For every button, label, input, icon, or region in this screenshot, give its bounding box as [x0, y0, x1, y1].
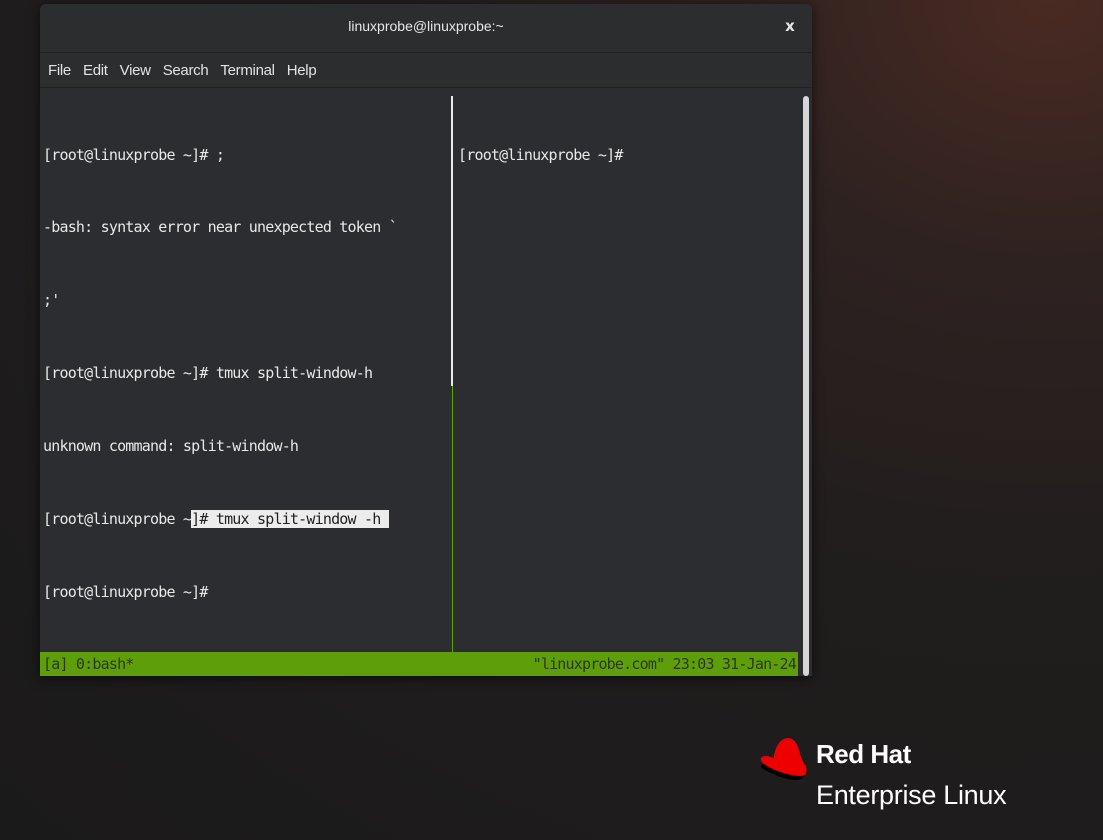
terminal-line: [root@linuxprobe ~]#: [43, 582, 208, 601]
terminal-line: [root@linuxprobe ~]#: [458, 145, 623, 164]
brand-name: Red Hat: [816, 739, 911, 769]
menu-view[interactable]: View: [114, 62, 157, 79]
terminal-window: linuxprobe@linuxprobe:~ x File Edit View…: [40, 4, 812, 676]
terminal-line: ;': [43, 291, 60, 310]
brand-product: Enterprise Linux: [816, 780, 1007, 810]
selected-text: ]# tmux split-window -h: [191, 510, 389, 529]
title-bar[interactable]: linuxprobe@linuxprobe:~ x: [40, 4, 812, 53]
terminal-line: [root@linuxprobe ~]# ;: [43, 145, 225, 164]
menu-search[interactable]: Search: [157, 62, 215, 79]
pane-divider: [452, 386, 453, 654]
status-host-time: "linuxprobe.com" 23:03 31-Jan-24: [532, 655, 797, 673]
tmux-pane-left[interactable]: [root@linuxprobe ~]# ; -bash: syntax err…: [43, 88, 451, 654]
tmux-pane-right[interactable]: [root@linuxprobe ~]#: [458, 88, 798, 654]
menu-terminal[interactable]: Terminal: [214, 62, 280, 79]
terminal-line-selected: [root@linuxprobe ~]# tmux split-window -…: [43, 507, 451, 531]
window-title: linuxprobe@linuxprobe:~: [348, 18, 504, 34]
menu-file[interactable]: File: [42, 62, 77, 79]
redhat-hat-icon: [760, 738, 808, 780]
scrollbar[interactable]: [803, 96, 809, 676]
pane-divider-active: [451, 96, 453, 386]
redhat-logo: Red Hat Enterprise Linux: [758, 736, 1038, 816]
prompt-text: [root@linuxprobe ~: [43, 510, 192, 529]
terminal-line: -bash: syntax error near unexpected toke…: [43, 218, 398, 237]
tmux-status-bar: [a] 0:bash* "linuxprobe.com" 23:03 31-Ja…: [40, 652, 798, 676]
menu-help[interactable]: Help: [281, 62, 323, 79]
close-button[interactable]: x: [780, 16, 800, 36]
terminal-area[interactable]: [root@linuxprobe ~]# ; -bash: syntax err…: [40, 88, 812, 676]
menu-edit[interactable]: Edit: [77, 62, 114, 79]
menu-bar: File Edit View Search Terminal Help: [40, 53, 812, 88]
status-session: [a] 0:bash*: [43, 655, 134, 673]
terminal-line: unknown command: split-window-h: [43, 437, 299, 456]
terminal-line: [root@linuxprobe ~]# tmux split-window-h: [43, 364, 373, 383]
